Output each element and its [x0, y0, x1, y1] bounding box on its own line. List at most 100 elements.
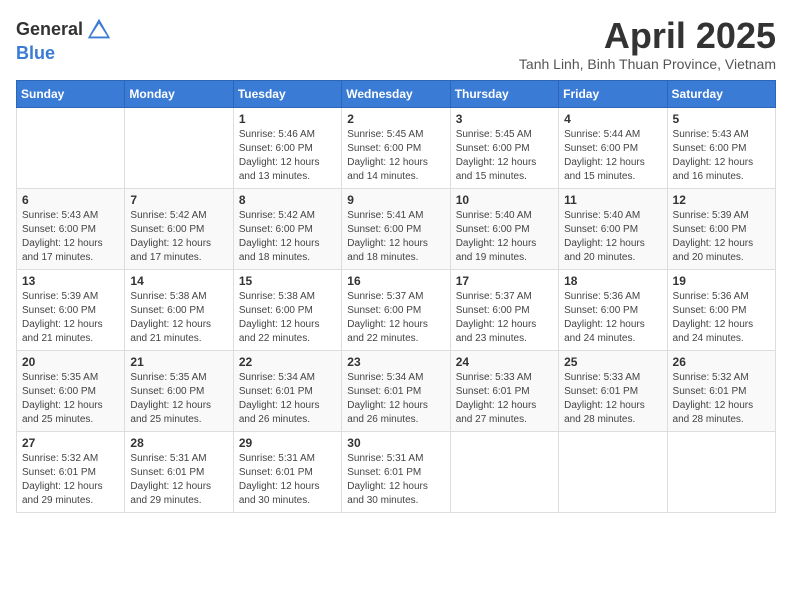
calendar-cell: 29 Sunrise: 5:31 AM Sunset: 6:01 PM Dayli…	[233, 431, 341, 512]
calendar-cell: 2 Sunrise: 5:45 AM Sunset: 6:00 PM Daylig…	[342, 107, 450, 188]
calendar-cell: 20Sunrise: 5:35 AM Sunset: 6:00 PM Dayli…	[17, 350, 125, 431]
day-info: Sunrise: 5:44 AM Sunset: 6:00 PM Dayligh…	[564, 128, 661, 184]
day-info: Sunrise: 5:32 AM Sunset: 6:01 PM Dayligh…	[673, 371, 770, 427]
day-number: 6	[22, 193, 119, 207]
calendar-cell: 11 Sunrise: 5:40 AM Sunset: 6:00 PM Dayli…	[559, 188, 667, 269]
day-info: Sunrise: 5:46 AM Sunset: 6:00 PM Dayligh…	[239, 128, 336, 184]
day-number: 22	[239, 355, 336, 369]
day-info: Sunrise: 5:43 AM Sunset: 6:00 PM Dayligh…	[673, 128, 770, 184]
day-number: 28	[130, 436, 227, 450]
day-number: 27	[22, 436, 119, 450]
logo-blue: Blue	[16, 43, 55, 63]
calendar-cell: 10 Sunrise: 5:40 AM Sunset: 6:00 PM Dayli…	[450, 188, 558, 269]
calendar-cell	[125, 107, 233, 188]
day-number: 2	[347, 112, 444, 126]
day-number: 15	[239, 274, 336, 288]
day-info: Sunrise: 5:33 AM Sunset: 6:01 PM Dayligh…	[456, 371, 553, 427]
day-number: 25	[564, 355, 661, 369]
calendar-day-header: Saturday	[667, 80, 775, 107]
day-info: Sunrise: 5:42 AM Sunset: 6:00 PM Dayligh…	[130, 209, 227, 265]
day-info: Sunrise: 5:45 AM Sunset: 6:00 PM Dayligh…	[347, 128, 444, 184]
calendar-cell: 16 Sunrise: 5:37 AM Sunset: 6:00 PM Dayli…	[342, 269, 450, 350]
day-info: Sunrise: 5:39 AM Sunset: 6:00 PM Dayligh…	[673, 209, 770, 265]
calendar-cell: 19 Sunrise: 5:36 AM Sunset: 6:00 PM Dayli…	[667, 269, 775, 350]
day-number: 29	[239, 436, 336, 450]
calendar-cell: 24 Sunrise: 5:33 AM Sunset: 6:01 PM Dayli…	[450, 350, 558, 431]
day-number: 9	[347, 193, 444, 207]
calendar-cell: 12 Sunrise: 5:39 AM Sunset: 6:00 PM Dayli…	[667, 188, 775, 269]
calendar-cell: 25Sunrise: 5:33 AM Sunset: 6:01 PM Dayli…	[559, 350, 667, 431]
calendar-cell: 5Sunrise: 5:43 AM Sunset: 6:00 PM Daylig…	[667, 107, 775, 188]
day-info: Sunrise: 5:35 AM Sunset: 6:00 PM Dayligh…	[22, 371, 119, 427]
day-info: Sunrise: 5:38 AM Sunset: 6:00 PM Dayligh…	[130, 290, 227, 346]
calendar-cell: 15 Sunrise: 5:38 AM Sunset: 6:00 PM Dayli…	[233, 269, 341, 350]
calendar-day-header: Thursday	[450, 80, 558, 107]
calendar-cell: 9 Sunrise: 5:41 AM Sunset: 6:00 PM Daylig…	[342, 188, 450, 269]
calendar-cell	[17, 107, 125, 188]
day-info: Sunrise: 5:31 AM Sunset: 6:01 PM Dayligh…	[130, 452, 227, 508]
calendar-cell: 8Sunrise: 5:42 AM Sunset: 6:00 PM Daylig…	[233, 188, 341, 269]
day-info: Sunrise: 5:31 AM Sunset: 6:01 PM Dayligh…	[347, 452, 444, 508]
day-info: Sunrise: 5:35 AM Sunset: 6:00 PM Dayligh…	[130, 371, 227, 427]
calendar-week-row: 20Sunrise: 5:35 AM Sunset: 6:00 PM Dayli…	[17, 350, 776, 431]
day-info: Sunrise: 5:40 AM Sunset: 6:00 PM Dayligh…	[564, 209, 661, 265]
day-info: Sunrise: 5:38 AM Sunset: 6:00 PM Dayligh…	[239, 290, 336, 346]
day-number: 30	[347, 436, 444, 450]
day-number: 18	[564, 274, 661, 288]
day-number: 11	[564, 193, 661, 207]
day-info: Sunrise: 5:43 AM Sunset: 6:00 PM Dayligh…	[22, 209, 119, 265]
day-number: 26	[673, 355, 770, 369]
calendar-cell: 13 Sunrise: 5:39 AM Sunset: 6:00 PM Dayli…	[17, 269, 125, 350]
day-number: 24	[456, 355, 553, 369]
calendar-cell: 26 Sunrise: 5:32 AM Sunset: 6:01 PM Dayli…	[667, 350, 775, 431]
calendar-cell: 18 Sunrise: 5:36 AM Sunset: 6:00 PM Dayli…	[559, 269, 667, 350]
calendar-header-row: SundayMondayTuesdayWednesdayThursdayFrid…	[17, 80, 776, 107]
logo: General Blue	[16, 16, 113, 64]
calendar-cell: 17 Sunrise: 5:37 AM Sunset: 6:00 PM Dayli…	[450, 269, 558, 350]
calendar-cell	[559, 431, 667, 512]
day-info: Sunrise: 5:41 AM Sunset: 6:00 PM Dayligh…	[347, 209, 444, 265]
day-info: Sunrise: 5:36 AM Sunset: 6:00 PM Dayligh…	[564, 290, 661, 346]
day-number: 13	[22, 274, 119, 288]
calendar-cell: 21Sunrise: 5:35 AM Sunset: 6:00 PM Dayli…	[125, 350, 233, 431]
day-number: 4	[564, 112, 661, 126]
month-title: April 2025	[519, 16, 776, 56]
day-number: 7	[130, 193, 227, 207]
calendar-cell: 28 Sunrise: 5:31 AM Sunset: 6:01 PM Dayli…	[125, 431, 233, 512]
calendar-cell: 4 Sunrise: 5:44 AM Sunset: 6:00 PM Daylig…	[559, 107, 667, 188]
calendar-day-header: Wednesday	[342, 80, 450, 107]
calendar-cell: 22 Sunrise: 5:34 AM Sunset: 6:01 PM Dayli…	[233, 350, 341, 431]
calendar-cell: 7 Sunrise: 5:42 AM Sunset: 6:00 PM Daylig…	[125, 188, 233, 269]
calendar-cell: 3Sunrise: 5:45 AM Sunset: 6:00 PM Daylig…	[450, 107, 558, 188]
calendar-day-header: Friday	[559, 80, 667, 107]
calendar-cell: 1Sunrise: 5:46 AM Sunset: 6:00 PM Daylig…	[233, 107, 341, 188]
day-number: 19	[673, 274, 770, 288]
day-info: Sunrise: 5:37 AM Sunset: 6:00 PM Dayligh…	[347, 290, 444, 346]
calendar-week-row: 13 Sunrise: 5:39 AM Sunset: 6:00 PM Dayli…	[17, 269, 776, 350]
calendar-week-row: 1Sunrise: 5:46 AM Sunset: 6:00 PM Daylig…	[17, 107, 776, 188]
day-info: Sunrise: 5:37 AM Sunset: 6:00 PM Dayligh…	[456, 290, 553, 346]
day-number: 17	[456, 274, 553, 288]
day-info: Sunrise: 5:34 AM Sunset: 6:01 PM Dayligh…	[239, 371, 336, 427]
day-info: Sunrise: 5:42 AM Sunset: 6:00 PM Dayligh…	[239, 209, 336, 265]
calendar-cell	[667, 431, 775, 512]
day-info: Sunrise: 5:31 AM Sunset: 6:01 PM Dayligh…	[239, 452, 336, 508]
day-number: 10	[456, 193, 553, 207]
calendar-cell: 23Sunrise: 5:34 AM Sunset: 6:01 PM Dayli…	[342, 350, 450, 431]
day-info: Sunrise: 5:39 AM Sunset: 6:00 PM Dayligh…	[22, 290, 119, 346]
day-number: 3	[456, 112, 553, 126]
calendar-day-header: Tuesday	[233, 80, 341, 107]
calendar-cell	[450, 431, 558, 512]
calendar-week-row: 27Sunrise: 5:32 AM Sunset: 6:01 PM Dayli…	[17, 431, 776, 512]
calendar-day-header: Monday	[125, 80, 233, 107]
day-number: 16	[347, 274, 444, 288]
location: Tanh Linh, Binh Thuan Province, Vietnam	[519, 56, 776, 72]
day-number: 12	[673, 193, 770, 207]
day-info: Sunrise: 5:40 AM Sunset: 6:00 PM Dayligh…	[456, 209, 553, 265]
calendar-cell: 14Sunrise: 5:38 AM Sunset: 6:00 PM Dayli…	[125, 269, 233, 350]
calendar-cell: 27Sunrise: 5:32 AM Sunset: 6:01 PM Dayli…	[17, 431, 125, 512]
day-info: Sunrise: 5:36 AM Sunset: 6:00 PM Dayligh…	[673, 290, 770, 346]
day-number: 23	[347, 355, 444, 369]
calendar-week-row: 6 Sunrise: 5:43 AM Sunset: 6:00 PM Daylig…	[17, 188, 776, 269]
calendar-cell: 30 Sunrise: 5:31 AM Sunset: 6:01 PM Dayli…	[342, 431, 450, 512]
